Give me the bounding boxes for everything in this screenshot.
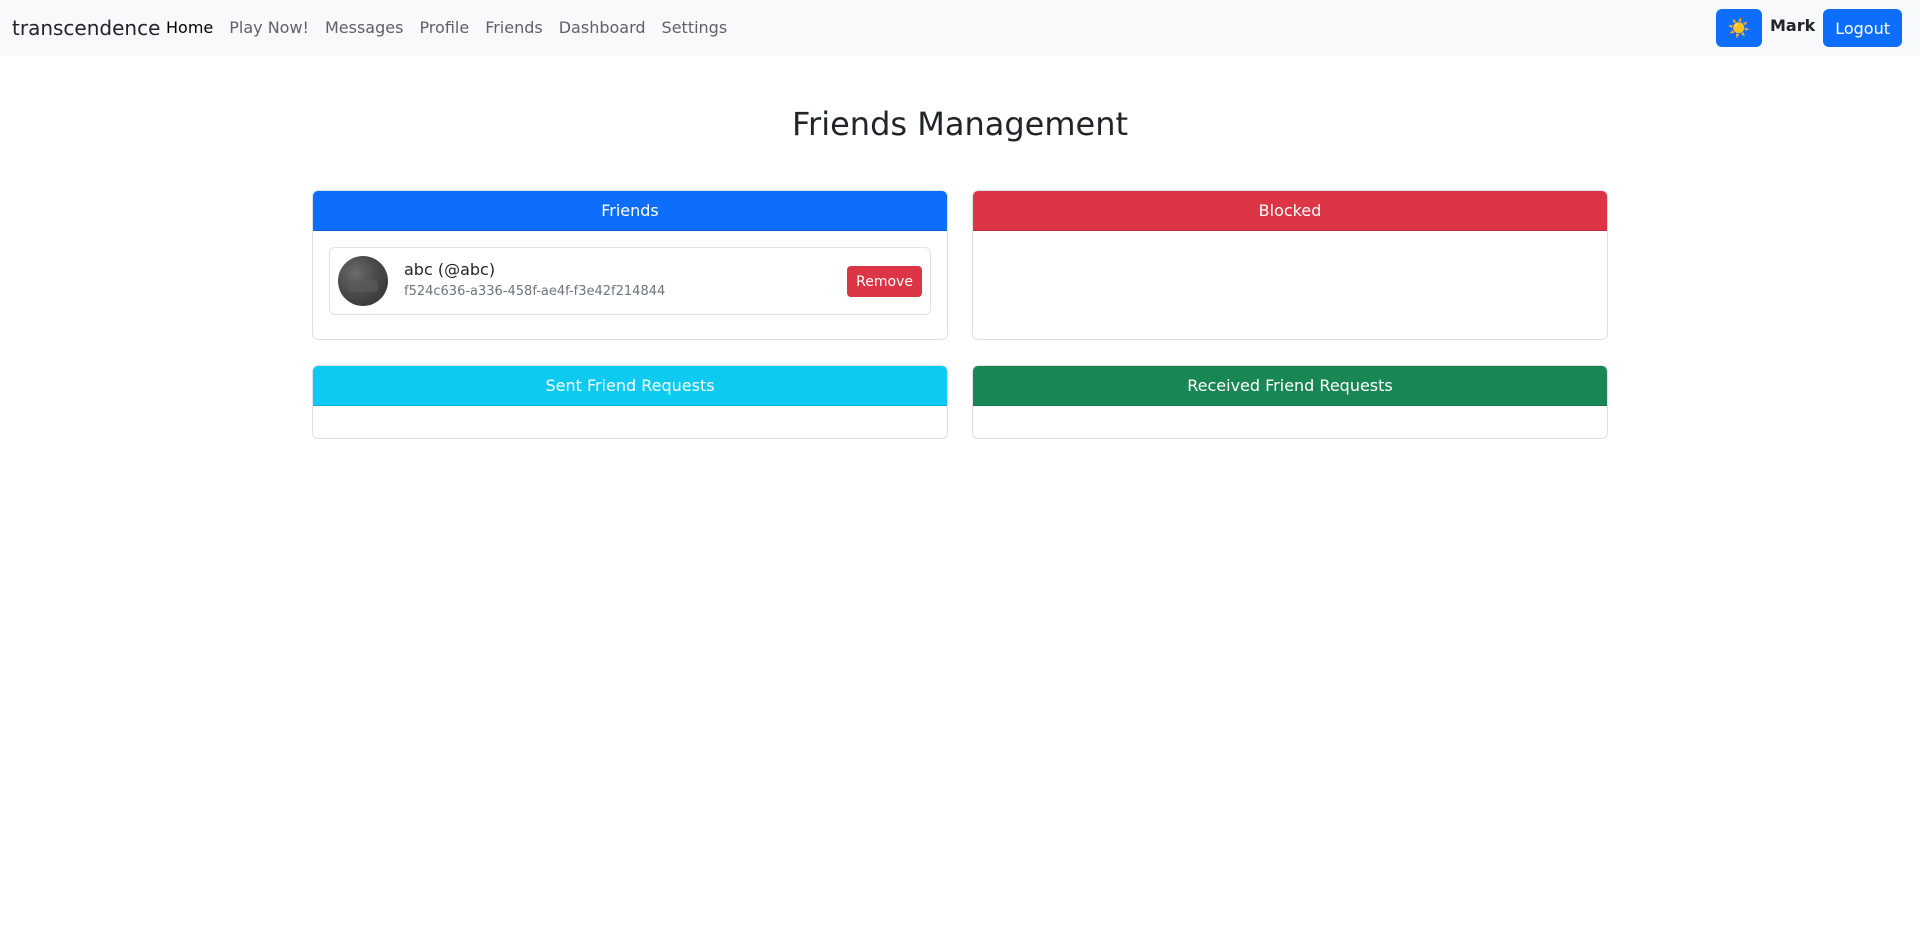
nav-link-play-now[interactable]: Play Now! <box>221 14 317 42</box>
user-name: Mark <box>1769 16 1816 35</box>
remove-friend-button[interactable]: Remove <box>847 266 922 297</box>
blocked-card-header: Blocked <box>973 191 1607 231</box>
friend-info: abc (@abc) f524c636-a336-458f-ae4f-f3e42… <box>404 259 665 303</box>
nav-link-friends[interactable]: Friends <box>477 14 551 42</box>
friends-card-header: Friends <box>313 191 947 231</box>
sent-requests-card-body <box>313 406 947 438</box>
friends-card: Friends abc (@abc) f524c636-a336-458f-ae… <box>312 190 948 340</box>
friend-list-item: abc (@abc) f524c636-a336-458f-ae4f-f3e42… <box>329 247 931 315</box>
nav-right: ☀️ Mark Logout <box>1715 9 1902 47</box>
blocked-card: Blocked <box>972 190 1608 340</box>
nav-link-settings[interactable]: Settings <box>654 14 736 42</box>
theme-toggle-button[interactable]: ☀️ <box>1715 9 1762 47</box>
brand-link[interactable]: transcendence <box>12 14 160 42</box>
received-requests-card: Received Friend Requests <box>972 365 1608 439</box>
logout-button[interactable]: Logout <box>1823 9 1902 47</box>
nav-link-dashboard[interactable]: Dashboard <box>551 14 654 42</box>
nav-links: Home Play Now! Messages Profile Friends … <box>158 14 735 42</box>
nav-link-home[interactable]: Home <box>158 14 221 42</box>
nav-link-profile[interactable]: Profile <box>411 14 477 42</box>
sun-icon: ☀️ <box>1727 17 1751 38</box>
sent-requests-card: Sent Friend Requests <box>312 365 948 439</box>
friends-card-body: abc (@abc) f524c636-a336-458f-ae4f-f3e42… <box>313 231 947 331</box>
received-requests-card-body <box>973 406 1607 438</box>
blocked-card-body <box>973 231 1607 263</box>
page-title: Friends Management <box>791 105 1129 143</box>
friend-name: abc (@abc) <box>404 260 496 279</box>
navbar: transcendence Home Play Now! Messages Pr… <box>0 0 1920 56</box>
avatar <box>338 256 388 306</box>
sent-requests-card-header: Sent Friend Requests <box>313 366 947 406</box>
friend-id: f524c636-a336-458f-ae4f-f3e42f214844 <box>404 284 666 299</box>
nav-link-messages[interactable]: Messages <box>317 14 411 42</box>
received-requests-card-header: Received Friend Requests <box>973 366 1607 406</box>
